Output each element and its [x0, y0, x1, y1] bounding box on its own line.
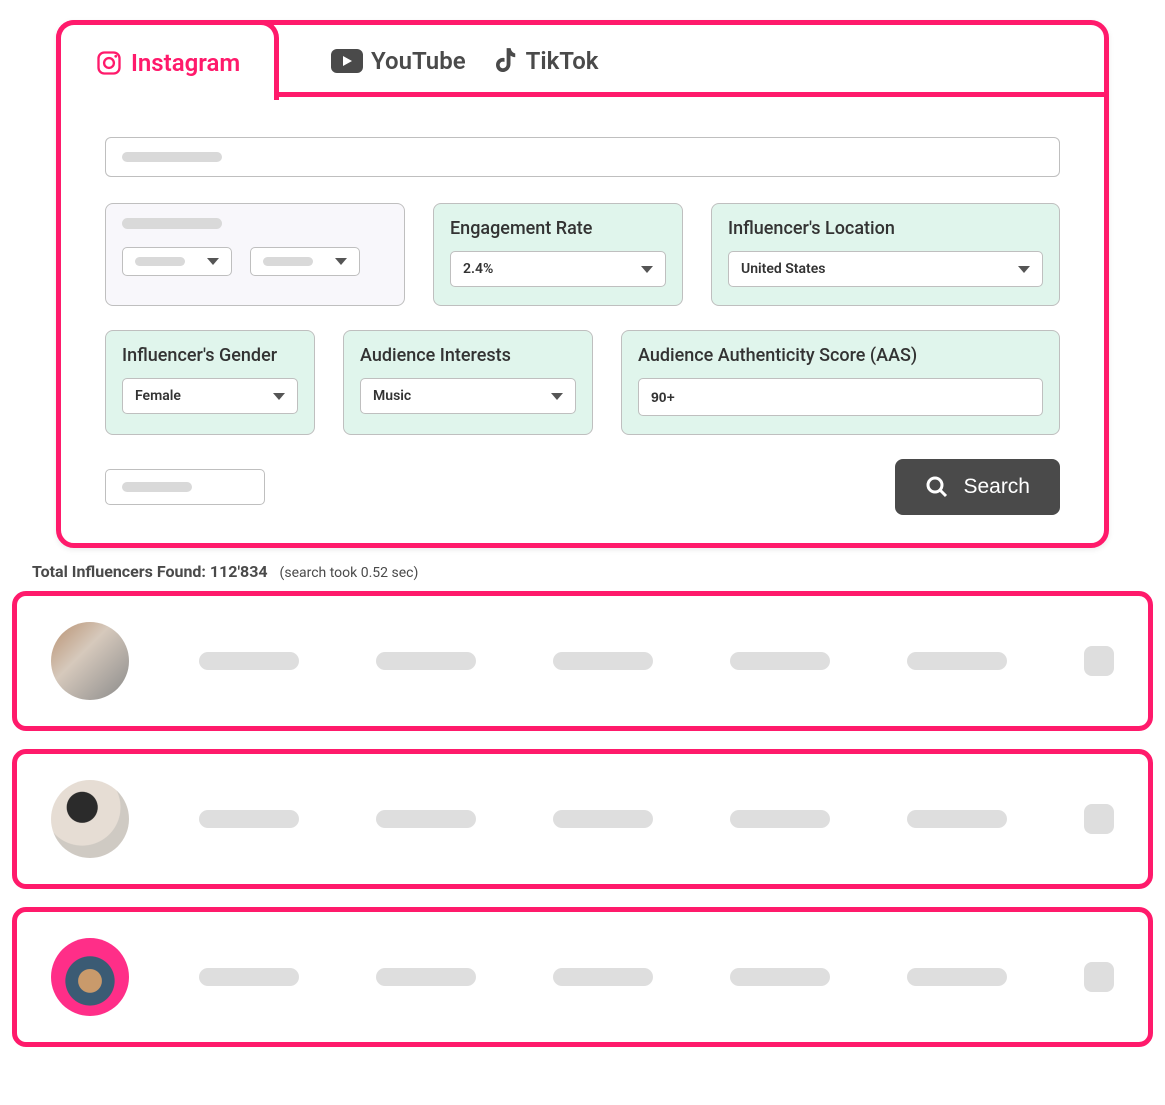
filter-audience-interests: Audience Interests Music [343, 330, 593, 435]
button-label: Search [963, 475, 1030, 499]
filter-aas: Audience Authenticity Score (AAS) [621, 330, 1060, 435]
placeholder-skeleton [199, 968, 299, 986]
avatar [51, 938, 129, 1016]
result-columns [169, 804, 1114, 834]
placeholder-skeleton [1084, 804, 1114, 834]
placeholder-skeleton [1084, 646, 1114, 676]
location-select[interactable]: United States [728, 251, 1043, 287]
filter-engagement-rate: Engagement Rate 2.4% [433, 203, 683, 306]
placeholder-skeleton [553, 810, 653, 828]
search-button[interactable]: Search [895, 459, 1060, 515]
placeholder-skeleton [376, 968, 476, 986]
select-value: Female [135, 388, 181, 404]
result-row[interactable] [12, 907, 1153, 1047]
filter-influencer-location: Influencer's Location United States [711, 203, 1060, 306]
tab-youtube[interactable]: YouTube [331, 47, 466, 75]
search-timing: (search took 0.52 sec) [280, 565, 419, 581]
select-value: United States [741, 261, 825, 277]
tab-tiktok[interactable]: TikTok [496, 47, 599, 75]
placeholder-skeleton [907, 810, 1007, 828]
placeholder-skeleton [553, 652, 653, 670]
tiktok-icon [496, 48, 518, 74]
interests-select[interactable]: Music [360, 378, 576, 414]
tab-label: Instagram [131, 49, 240, 77]
range-min-select[interactable] [122, 247, 232, 276]
placeholder-skeleton [907, 968, 1007, 986]
result-row[interactable] [12, 591, 1153, 731]
range-max-select[interactable] [250, 247, 360, 276]
keyword-input[interactable] [105, 137, 1060, 177]
aas-input[interactable] [638, 378, 1043, 416]
placeholder-skeleton [199, 652, 299, 670]
search-form: Engagement Rate 2.4% Influencer's Locati… [61, 92, 1104, 543]
placeholder-skeleton [730, 968, 830, 986]
chevron-down-icon [641, 266, 653, 273]
select-value: Music [373, 388, 411, 404]
result-columns [169, 962, 1114, 992]
placeholder-skeleton [376, 652, 476, 670]
instagram-icon [95, 49, 123, 77]
placeholder-skeleton [122, 482, 192, 492]
tab-label: TikTok [526, 47, 599, 75]
search-card: Instagram YouTube TikTok [56, 20, 1109, 548]
placeholder-skeleton [122, 152, 222, 162]
placeholder-skeleton [1084, 962, 1114, 992]
extra-filter-box[interactable] [105, 469, 265, 505]
placeholder-skeleton [553, 968, 653, 986]
filter-box-placeholder [105, 203, 405, 306]
filter-label: Audience Interests [360, 345, 576, 366]
chevron-down-icon [335, 258, 347, 265]
select-value: 2.4% [463, 261, 493, 277]
filter-influencer-gender: Influencer's Gender Female [105, 330, 315, 435]
placeholder-skeleton [730, 810, 830, 828]
chevron-down-icon [273, 393, 285, 400]
placeholder-skeleton [907, 652, 1007, 670]
tab-label: YouTube [371, 47, 466, 75]
platform-tabs: Instagram YouTube TikTok [61, 25, 1104, 97]
placeholder-skeleton [376, 810, 476, 828]
chevron-down-icon [551, 393, 563, 400]
search-icon [925, 475, 949, 499]
filter-label: Engagement Rate [450, 218, 666, 239]
gender-select[interactable]: Female [122, 378, 298, 414]
chevron-down-icon [1018, 266, 1030, 273]
results-summary: Total Influencers Found: 112'834 (search… [32, 562, 1153, 581]
avatar [51, 622, 129, 700]
engagement-rate-select[interactable]: 2.4% [450, 251, 666, 287]
placeholder-skeleton [199, 810, 299, 828]
tab-instagram[interactable]: Instagram [56, 20, 279, 100]
filter-label: Influencer's Gender [122, 345, 298, 366]
placeholder-skeleton [122, 218, 222, 229]
avatar [51, 780, 129, 858]
result-row[interactable] [12, 749, 1153, 889]
filter-label: Audience Authenticity Score (AAS) [638, 345, 1043, 366]
filter-label: Influencer's Location [728, 218, 1043, 239]
placeholder-skeleton [730, 652, 830, 670]
youtube-icon [331, 49, 363, 73]
result-columns [169, 646, 1114, 676]
chevron-down-icon [207, 258, 219, 265]
